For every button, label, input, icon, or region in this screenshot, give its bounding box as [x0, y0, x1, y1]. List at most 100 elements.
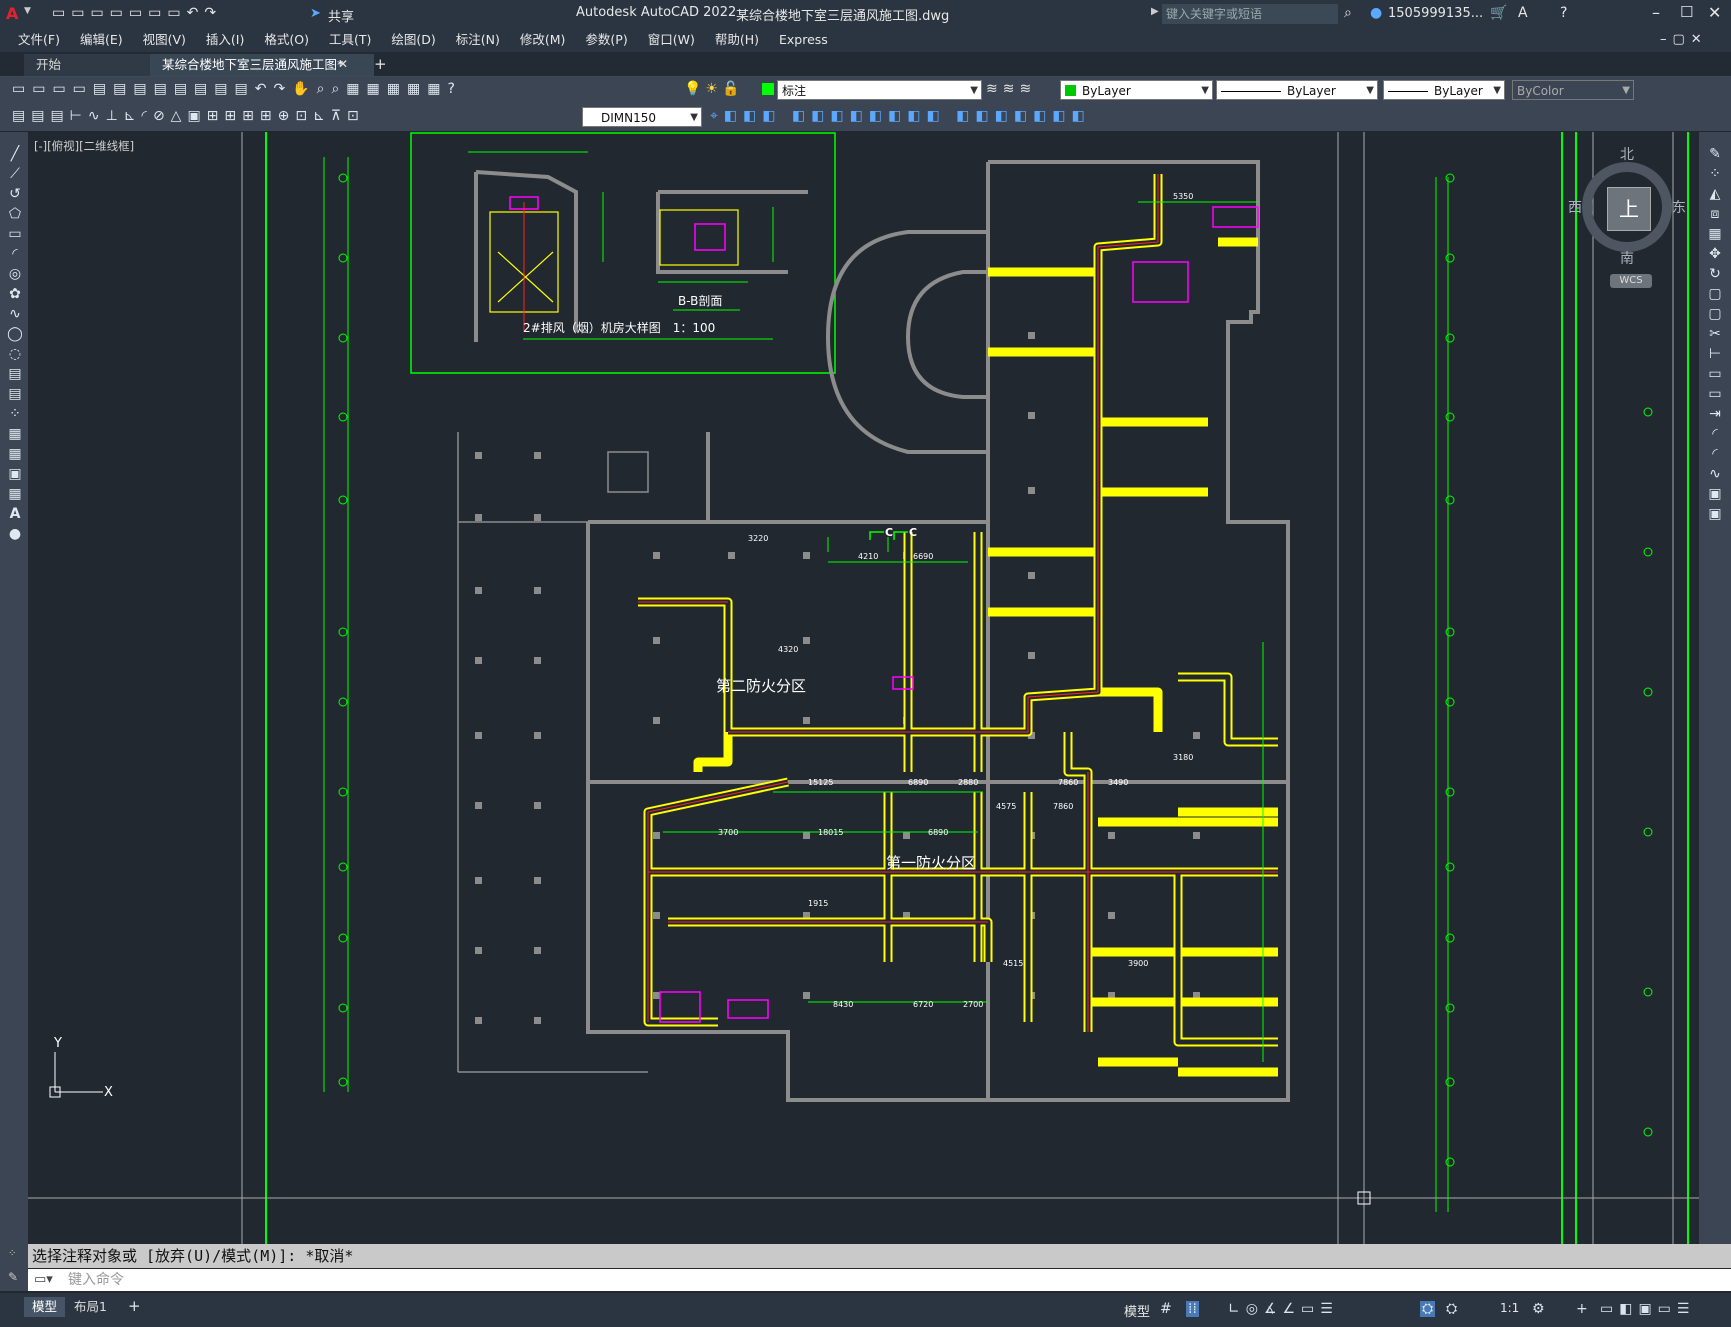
dimstyle-dropdown[interactable]: DIMN150 ▼: [582, 107, 702, 127]
menu-file[interactable]: 文件(F): [8, 28, 70, 52]
command-prompt-icon[interactable]: ▭▾: [34, 1269, 53, 1291]
cart-icon[interactable]: 🛒: [1490, 5, 1507, 21]
user-name[interactable]: 1505999135...: [1388, 6, 1483, 21]
snap-icon[interactable]: ⁞⁞: [1186, 1301, 1199, 1317]
autodesk-app-icon[interactable]: A: [1518, 5, 1528, 21]
dim-text: 6690: [913, 552, 933, 561]
layer-color-swatch: [762, 83, 774, 95]
linetype-dropdown[interactable]: ByLayer ▼: [1216, 80, 1378, 100]
svg-text:C: C: [909, 526, 917, 539]
dim-text: 18015: [818, 828, 843, 837]
layer-dropdown[interactable]: 标注 ▼: [777, 80, 982, 100]
dim-text: 6720: [913, 1000, 933, 1009]
command-input[interactable]: ▭▾ 键入命令: [28, 1269, 1731, 1291]
menu-help[interactable]: 帮助(H): [705, 28, 769, 52]
color-dropdown[interactable]: ByLayer ▼: [1060, 80, 1213, 100]
wcs-menu[interactable]: WCS: [1610, 274, 1652, 288]
ucs-icon: [49, 1052, 103, 1098]
minimize-icon[interactable]: –: [1652, 3, 1660, 22]
dimension-tool-icons[interactable]: ▤▤▤⊢∿⊥⊾◜⊘△▣⊞⊞⊞⊞⊕⊡⊾⊼⊡: [12, 108, 365, 124]
share-button[interactable]: 共享: [328, 6, 354, 25]
search-icon[interactable]: ⌕: [1344, 5, 1352, 21]
wrench-icon[interactable]: ✎: [8, 1270, 18, 1284]
zone-label-1: 第一防火分区: [886, 854, 976, 872]
viewcube[interactable]: 上 北 南 西 东: [1568, 142, 1688, 267]
tab-model[interactable]: 模型: [24, 1297, 66, 1317]
menu-insert[interactable]: 插入(I): [196, 28, 254, 52]
new-tab-icon[interactable]: +: [374, 55, 387, 73]
status-bar: 模型 布局1 + 模型 # ⁞⁞ ∟◎∡∠▭☰ ⛭ ⛭ 1:1 ⚙ + ▭◧▣▭…: [0, 1293, 1731, 1327]
help-icon[interactable]: ?: [1560, 5, 1567, 21]
floor-plan-drawing: 2#排风（烟）机房大样图 1：100 B-B剖面 3220 4210 6690 …: [28, 132, 1699, 1244]
compass-north[interactable]: 北: [1620, 144, 1634, 164]
expand-icon[interactable]: ▶: [1151, 6, 1159, 17]
model-space-label[interactable]: 模型: [1124, 1301, 1150, 1320]
plotstyle-dropdown[interactable]: ByColor ▼: [1512, 80, 1634, 100]
layer-tool-icons[interactable]: ≋≋≋: [986, 81, 1036, 97]
modify-toolbar: ✎ ⁘ ◭ ⧈ ▦ ✥ ↻ ▢ ▢ ✂ ⊢ ▭ ▭ ⇥ ◜ ◜ ∿ ▣ ▣: [1699, 132, 1731, 1244]
grip-icon[interactable]: ⁘: [8, 1248, 16, 1259]
drawing-canvas[interactable]: [-][俯视][二维线框] 2#排风（烟）机房大样图 1：100 B-B剖面 3…: [28, 132, 1699, 1244]
dim-text: 8430: [833, 1000, 853, 1009]
menu-dimension[interactable]: 标注(N): [446, 28, 510, 52]
menu-modify[interactable]: 修改(M): [510, 28, 576, 52]
svg-text:X: X: [104, 1085, 113, 1100]
maximize-icon[interactable]: ☐: [1680, 3, 1693, 21]
dim-text: 3220: [748, 534, 768, 543]
grid-icon[interactable]: #: [1160, 1301, 1172, 1317]
menu-view[interactable]: 视图(V): [133, 28, 196, 52]
draw-tool-icons[interactable]: ╱ ⟋ ↺ ⬠ ▭ ◜ ◎ ✿ ∿ ◯ ◌ ▤ ▤ ⁘ ▦ ▦ ▣ ▦ A ●: [7, 144, 23, 544]
app-menu-chevron-icon[interactable]: ▼: [24, 6, 31, 16]
add-layout-icon[interactable]: +: [128, 1297, 141, 1315]
dim-text: 3900: [1128, 959, 1148, 968]
viewcube-face[interactable]: 上: [1607, 187, 1651, 231]
doc-window-controls[interactable]: –▢✕: [1660, 32, 1708, 47]
menu-express[interactable]: Express: [769, 28, 838, 52]
layer-state-icons[interactable]: 💡☀🔓: [684, 81, 743, 97]
autoscale-icon[interactable]: ⛭: [1446, 1301, 1457, 1317]
document-tabs: 开始 某综合楼地下室三层通风施工图* ✕ +: [0, 52, 1731, 77]
close-tab-icon[interactable]: ✕: [338, 57, 348, 71]
command-line-handle[interactable]: ⁘ ✎: [0, 1244, 28, 1291]
detail-title: 2#排风（烟）机房大样图 1：100: [523, 320, 715, 335]
autocad-logo-icon[interactable]: A: [6, 4, 18, 23]
settings-gear-icon[interactable]: ⚙: [1532, 1301, 1545, 1317]
menu-bar: 文件(F) 编辑(E) 视图(V) 插入(I) 格式(O) 工具(T) 绘图(D) 标注(N)…: [0, 28, 1731, 52]
modify-side-icons[interactable]: ✎ ⁘ ◭ ⧈ ▦ ✥ ↻ ▢ ▢ ✂ ⊢ ▭ ▭ ⇥ ◜ ◜ ∿ ▣ ▣: [1707, 144, 1723, 524]
menu-window[interactable]: 窗口(W): [638, 28, 705, 52]
tab-start[interactable]: 开始: [24, 54, 168, 76]
share-icon[interactable]: ➤: [310, 6, 321, 21]
modify-tool-icons[interactable]: ⌖◧◧◧ ◧◧◧◧◧◧◧◧ ◧◧◧◧◧◧◧: [710, 108, 1091, 124]
lineweight-dropdown[interactable]: ByLayer ▼: [1383, 80, 1505, 100]
menu-format[interactable]: 格式(O): [254, 28, 319, 52]
status-tray-icons[interactable]: ▭◧▣▭☰: [1600, 1301, 1695, 1317]
dim-text: 7860: [1058, 778, 1078, 787]
standard-tool-icons[interactable]: ▭▭▭▭▤▤▤▤▤▤▤▤↶↷✋⌕⌕▦▦▦▦▦?: [12, 81, 462, 97]
search-input[interactable]: 键入关键字或短语: [1162, 4, 1338, 24]
menu-edit[interactable]: 编辑(E): [70, 28, 133, 52]
compass-west[interactable]: 西: [1568, 197, 1582, 217]
menu-draw[interactable]: 绘图(D): [381, 28, 445, 52]
add-icon[interactable]: +: [1576, 1301, 1588, 1317]
annotation-scale[interactable]: 1:1: [1500, 1301, 1519, 1315]
command-history: 选择注释对象或 [放弃(U)/模式(M)]: *取消*: [28, 1244, 1731, 1268]
user-icon[interactable]: ●: [1370, 5, 1382, 21]
dim-text: 4210: [858, 552, 878, 561]
tab-layout1[interactable]: 布局1: [66, 1297, 115, 1317]
chevron-down-icon: ▼: [970, 85, 978, 96]
dimension-toolbar: ▤▤▤⊢∿⊥⊾◜⊘△▣⊞⊞⊞⊞⊕⊡⊾⊼⊡ DIMN150 ▼ ⌖◧◧◧ ◧◧◧◧◧…: [0, 104, 1731, 131]
dim-text: 2880: [958, 778, 978, 787]
drafting-aids-icons[interactable]: ∟◎∡∠▭☰: [1228, 1301, 1339, 1317]
compass-south[interactable]: 南: [1620, 248, 1634, 268]
menu-parametric[interactable]: 参数(P): [575, 28, 637, 52]
close-icon[interactable]: ✕: [1708, 3, 1721, 22]
dim-text: 3180: [1173, 753, 1193, 762]
svg-text:Y: Y: [53, 1036, 62, 1051]
menu-tools[interactable]: 工具(T): [319, 28, 381, 52]
annotation-visibility-icon[interactable]: ⛭: [1420, 1301, 1436, 1317]
compass-east[interactable]: 东: [1672, 197, 1686, 217]
quick-access-toolbar[interactable]: ▭▭▭▭▭▭▭↶↷: [52, 5, 222, 21]
dim-text: 7860: [1053, 802, 1073, 811]
title-bar: A ▼ ▭▭▭▭▭▭▭↶↷ ➤ 共享 Autodesk AutoCAD 2022…: [0, 0, 1731, 28]
dim-text: 5350: [1173, 192, 1193, 201]
